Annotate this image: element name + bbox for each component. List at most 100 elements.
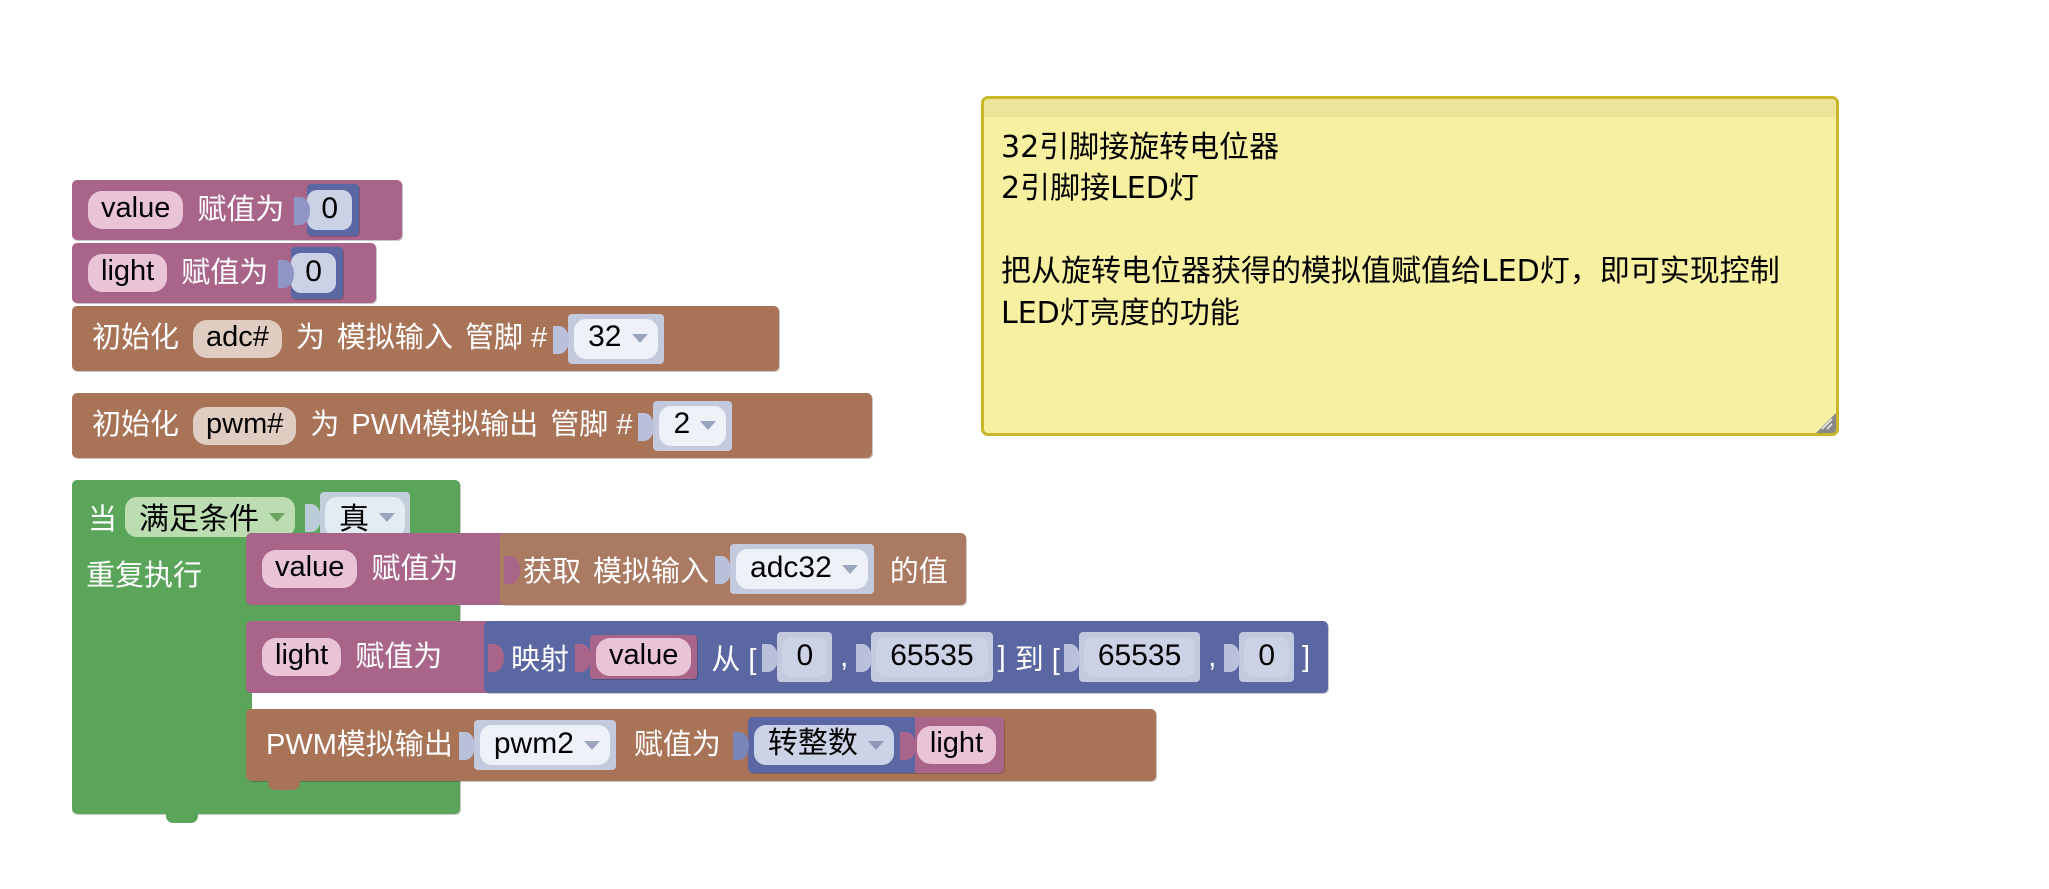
- to-min-field[interactable]: 65535: [1083, 637, 1196, 677]
- reporter-map-range[interactable]: 映射 value 从 [ 0 , 65535 ] 到 [ 65535 , 0]: [484, 621, 1329, 693]
- channel-dropdown-shadow[interactable]: adc32: [730, 544, 874, 594]
- block-set-value-from-analog[interactable]: value 赋值为: [246, 533, 506, 605]
- block-set-variable-light[interactable]: light 赋值为 0: [72, 243, 376, 303]
- pwm-value-socket[interactable]: 转整数 light: [732, 717, 1005, 773]
- chevron-down-icon: [841, 564, 858, 574]
- to-min-shadow[interactable]: 65535: [1078, 632, 1201, 682]
- puzzle-tab-icon: [899, 726, 916, 764]
- number-field[interactable]: 0: [307, 190, 353, 230]
- cast-dropdown[interactable]: 转整数: [753, 725, 894, 765]
- map-source-socket[interactable]: value: [575, 635, 698, 679]
- loop-mode-dropdown[interactable]: 满足条件: [125, 497, 296, 537]
- of-value-label: 的值: [889, 556, 948, 588]
- puzzle-tab-shape: [715, 556, 732, 584]
- notch-top: [94, 480, 126, 489]
- pin-dropdown-shadow[interactable]: 2: [653, 400, 733, 451]
- pin-dropdown[interactable]: 2: [659, 405, 727, 446]
- from-max-field[interactable]: 65535: [876, 637, 988, 677]
- to-max-shadow[interactable]: 0: [1239, 632, 1295, 682]
- blockly-workspace[interactable]: value 赋值为 0 light 赋值为 0 初始化 adc# 为 模拟输入 …: [0, 0, 2049, 889]
- block-init-pwm-output[interactable]: 初始化 pwm# 为 PWM模拟输出 管脚 # 2: [72, 393, 872, 458]
- variable-name-field[interactable]: value: [88, 191, 184, 229]
- variable-name-field[interactable]: light: [262, 638, 342, 676]
- bracket-close-2: ]: [1302, 640, 1311, 673]
- pin-dropdown-shadow[interactable]: 32: [568, 313, 664, 364]
- block-set-light-from-map[interactable]: light 赋值为: [246, 621, 488, 693]
- reporter-read-analog-input[interactable]: 获取 模拟输入 adc32 的值: [500, 533, 966, 605]
- number-field[interactable]: 0: [291, 253, 336, 293]
- chevron-down-icon: [269, 512, 286, 522]
- pin-dropdown-value: 2: [673, 407, 691, 440]
- pin-label: 管脚 #: [550, 409, 633, 441]
- pin-dropdown[interactable]: 32: [574, 318, 658, 359]
- kind-label: 模拟输入: [336, 322, 453, 354]
- from-label: 从 [: [711, 644, 757, 676]
- pin-socket[interactable]: 32: [553, 313, 664, 364]
- puzzle-tab-icon: [504, 550, 520, 588]
- puzzle-tab-icon: [278, 254, 295, 292]
- value-socket[interactable]: 0: [294, 184, 360, 236]
- pin-dropdown-value: 32: [588, 320, 622, 353]
- channel-dropdown[interactable]: adc32: [736, 549, 868, 589]
- to-label: 到 [: [1014, 644, 1060, 676]
- notch-top: [94, 180, 126, 189]
- puzzle-tab-shape: [278, 260, 295, 288]
- variable-reporter-block[interactable]: light: [914, 717, 1005, 773]
- notch-top: [94, 243, 126, 252]
- notch-bottom: [268, 781, 300, 790]
- from-max-socket[interactable]: 65535: [856, 632, 993, 682]
- puzzle-tab-shape: [1063, 644, 1080, 672]
- reporter-cast-int[interactable]: 转整数 light: [747, 717, 1005, 773]
- from-min-shadow[interactable]: 0: [777, 632, 833, 682]
- puzzle-tab-icon: [458, 726, 475, 764]
- puzzle-tab-icon: [762, 638, 779, 676]
- variable-reporter-block[interactable]: value: [590, 635, 698, 679]
- block-set-variable-value[interactable]: value 赋值为 0: [72, 180, 402, 240]
- block-init-analog-input[interactable]: 初始化 adc# 为 模拟输入 管脚 # 32: [72, 306, 779, 371]
- puzzle-tab-shape: [488, 644, 504, 672]
- loop-mode-value: 满足条件: [139, 502, 260, 536]
- variable-name-field[interactable]: light: [88, 254, 168, 292]
- from-min-socket[interactable]: 0: [762, 632, 833, 682]
- condition-dropdown[interactable]: 真: [325, 497, 406, 537]
- chevron-down-icon: [631, 334, 648, 343]
- pin-socket[interactable]: 2: [638, 400, 733, 451]
- block-pwm-analog-write[interactable]: PWM模拟输出 pwm2 赋值为 转整数 light: [246, 709, 1156, 790]
- value-socket[interactable]: 0: [278, 247, 343, 299]
- puzzle-tab-icon: [638, 407, 655, 445]
- pwm-channel-socket[interactable]: pwm2: [458, 720, 616, 770]
- comment-title-bar[interactable]: [984, 99, 1836, 117]
- channel-socket[interactable]: adc32: [715, 544, 874, 594]
- to-max-field[interactable]: 0: [1244, 637, 1290, 677]
- puzzle-tab-shape: [638, 412, 655, 441]
- pwm-channel-dropdown[interactable]: pwm2: [479, 725, 610, 765]
- workspace-comment[interactable]: 32引脚接旋转电位器 2引脚接LED灯 把从旋转电位器获得的模拟值赋值给LED灯…: [981, 96, 1839, 436]
- to-min-socket[interactable]: 65535: [1063, 632, 1201, 682]
- number-block[interactable]: 0: [307, 184, 360, 236]
- resize-handle-lines-icon: [1821, 418, 1833, 430]
- puzzle-tab-icon: [1224, 638, 1241, 676]
- cast-source-variable[interactable]: light: [916, 726, 997, 764]
- notch-top: [94, 393, 126, 402]
- map-source-variable[interactable]: value: [596, 638, 692, 676]
- pin-label: 管脚 #: [464, 322, 548, 354]
- notch-top: [94, 306, 126, 315]
- set-to-label: 赋值为: [355, 640, 443, 673]
- to-max-socket[interactable]: 0: [1224, 632, 1295, 682]
- from-max-shadow[interactable]: 65535: [871, 632, 993, 682]
- set-to-label: 赋值为: [197, 193, 285, 226]
- notch-top: [268, 533, 300, 542]
- cast-source-socket[interactable]: light: [899, 717, 1005, 773]
- init-label: 初始化: [92, 409, 180, 441]
- comma-separator: ,: [840, 640, 849, 673]
- puzzle-tab-icon: [305, 498, 322, 536]
- variable-name-field[interactable]: adc#: [193, 319, 282, 358]
- variable-name-field[interactable]: pwm#: [193, 406, 297, 445]
- comment-text[interactable]: 32引脚接旋转电位器 2引脚接LED灯 把从旋转电位器获得的模拟值赋值给LED灯…: [1001, 127, 1820, 334]
- pwm-channel-shadow[interactable]: pwm2: [473, 720, 616, 770]
- set-to-label: 赋值为: [633, 728, 721, 761]
- variable-name-field[interactable]: value: [262, 550, 358, 588]
- loop-do-label: 重复执行: [86, 560, 203, 592]
- from-min-field[interactable]: 0: [782, 637, 828, 677]
- number-block[interactable]: 0: [291, 247, 343, 299]
